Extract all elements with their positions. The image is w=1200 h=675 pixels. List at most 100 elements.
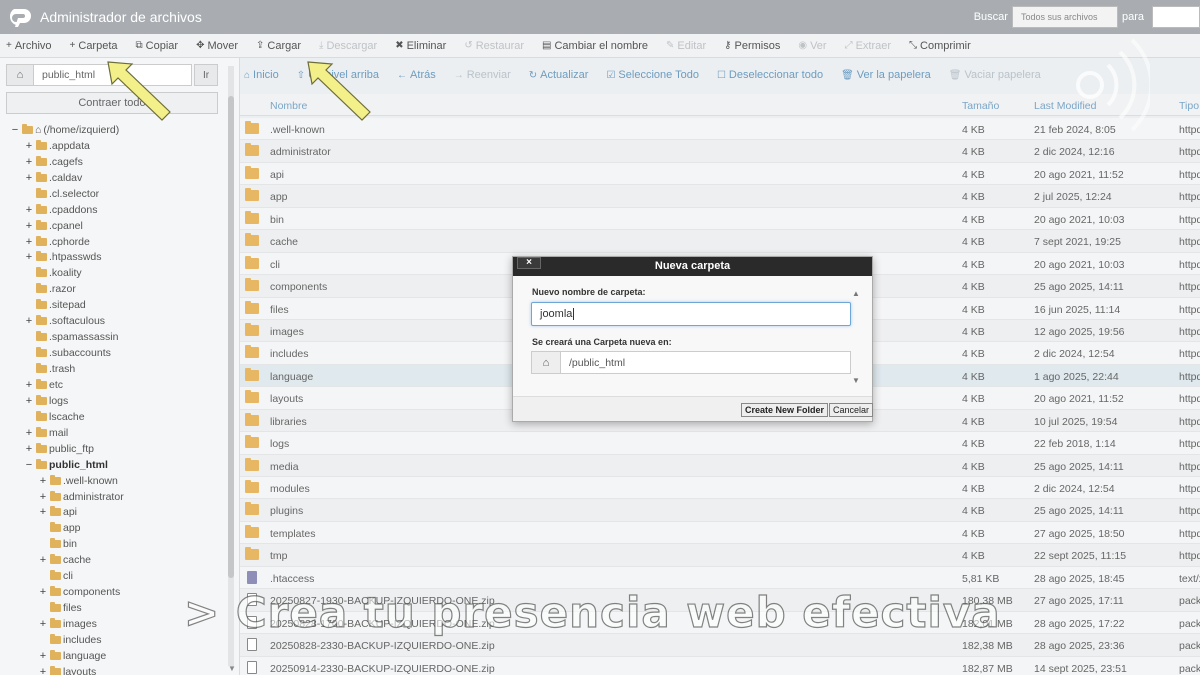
expand-icon[interactable]: + [24,236,34,248]
tree-item[interactable]: .trash [6,361,226,377]
tree-item[interactable]: + administrator [6,489,226,505]
location-input[interactable]: /public_html [561,351,851,374]
nav-reenviar-button[interactable]: → Reenviar [454,69,511,81]
expand-icon[interactable]: + [24,395,34,407]
col-size-header[interactable]: Tamaño [962,100,999,112]
search-scope-select[interactable]: Todos sus archivos [1011,6,1118,28]
expand-icon[interactable]: + [38,506,48,518]
expand-icon[interactable]: + [24,156,34,168]
toolbar-cambiar-el-nombre-button[interactable]: ▤ Cambiar el nombre [542,40,648,52]
table-row[interactable]: media 4 KB 25 ago 2025, 14:11 httpd/ [240,454,1200,477]
table-row[interactable]: api 4 KB 20 ago 2021, 11:52 httpd/ [240,162,1200,186]
toolbar-eliminar-button[interactable]: ✖ Eliminar [395,40,446,52]
expand-icon[interactable]: + [38,650,48,662]
tree-item[interactable]: .cl.selector [6,186,226,202]
expand-icon[interactable]: + [24,443,34,455]
table-row[interactable]: modules 4 KB 2 dic 2024, 12:54 httpd/ [240,477,1200,500]
tree-item[interactable]: .subaccounts [6,345,226,361]
collapse-icon[interactable]: − [24,459,34,471]
nav-vaciar-papelera-button[interactable]: 🗑 Vaciar papelera [949,69,1041,81]
nav-actualizar-button[interactable]: ↻ Actualizar [529,69,589,81]
toolbar-archivo-button[interactable]: + Archivo [6,40,52,52]
table-row[interactable]: templates 4 KB 27 ago 2025, 18:50 httpd/ [240,521,1200,545]
tree-item[interactable]: .spamassassin [6,329,226,345]
tree-item[interactable]: + layouts [6,664,226,675]
tree-item[interactable]: + language [6,648,226,664]
nav-deseleccionar-todo-button[interactable]: ☐ Deseleccionar todo [717,69,823,81]
toolbar-comprimir-button[interactable]: ⤡ Comprimir [909,40,971,52]
tree-item[interactable]: + .cphorde [6,234,226,250]
tree-item[interactable]: .razor [6,281,226,297]
tree-item[interactable]: lscache [6,409,226,425]
expand-icon[interactable]: + [38,666,48,675]
expand-icon[interactable]: + [24,172,34,184]
folder-name-input[interactable]: joomla [531,302,851,326]
nav-inicio-button[interactable]: ⌂ Inicio [244,69,279,81]
tree-item[interactable]: + .well-known [6,473,226,489]
tree-item[interactable]: + mail [6,425,226,441]
create-folder-button[interactable]: Create New Folder [741,403,829,417]
home-icon[interactable]: ⌂ [6,64,34,86]
toolbar-permisos-button[interactable]: ⚷ Permisos [724,40,780,52]
nav-ver-la-papelera-button[interactable]: 🗑 Ver la papelera [841,69,931,81]
table-row[interactable]: 20250914-2330-BACKUP-IZQUIERDO-ONE.zip 18… [240,656,1200,675]
expand-icon[interactable]: + [24,315,34,327]
expand-icon[interactable]: + [24,220,34,232]
cpanel-logo-icon[interactable] [0,0,36,34]
toolbar-restaurar-button[interactable]: ↺ Restaurar [464,40,524,52]
toolbar-cargar-button[interactable]: ⇪ Cargar [256,40,301,52]
tree-item[interactable]: + .appdata [6,138,226,154]
go-button[interactable]: Ir [194,64,218,86]
expand-icon[interactable]: + [38,586,48,598]
toolbar-carpeta-button[interactable]: + Carpeta [70,40,118,52]
table-row[interactable]: logs 4 KB 22 feb 2018, 1:14 httpd/ [240,432,1200,455]
table-row[interactable]: bin 4 KB 20 ago 2021, 10:03 httpd/ [240,207,1200,231]
toolbar-ver-button[interactable]: ◉ Ver [798,40,826,52]
tree-item[interactable]: + .cpaddons [6,202,226,218]
tree-item[interactable]: bin [6,536,226,552]
table-row[interactable]: tmp 4 KB 22 sept 2025, 11:15 httpd/ [240,544,1200,567]
tree-item[interactable]: + etc [6,377,226,393]
toolbar-extraer-button[interactable]: ⤢ Extraer [845,40,891,52]
table-row[interactable]: plugins 4 KB 25 ago 2025, 14:11 httpd/ [240,499,1200,522]
tree-item[interactable]: + logs [6,393,226,409]
sidebar-scrollbar-thumb[interactable] [228,96,234,578]
expand-icon[interactable]: + [38,491,48,503]
tree-item[interactable]: + .caldav [6,170,226,186]
tree-item[interactable]: + .cagefs [6,154,226,170]
expand-icon[interactable]: + [24,251,34,263]
expand-icon[interactable]: + [24,379,34,391]
toolbar-editar-button[interactable]: ✎ Editar [666,40,706,52]
tree-item[interactable]: − public_html [6,457,226,473]
collapse-icon[interactable]: − [10,124,20,136]
expand-icon[interactable]: + [38,475,48,487]
expand-icon[interactable]: + [24,427,34,439]
col-type-header[interactable]: Tipo [1179,100,1199,112]
scroll-down-icon[interactable]: ▼ [852,376,860,385]
toolbar-copiar-button[interactable]: ⧉ Copiar [136,40,179,52]
tree-item[interactable]: + public_ftp [6,441,226,457]
toolbar-descargar-button[interactable]: ⤓ Descargar [319,40,377,52]
expand-icon[interactable]: + [38,618,48,630]
tree-item[interactable]: + cache [6,552,226,568]
table-row[interactable]: administrator 4 KB 2 dic 2024, 12:16 httpd/ [240,140,1200,163]
table-row[interactable]: .htaccess 5,81 KB 28 ago 2025, 18:45 text/x [240,566,1200,590]
expand-icon[interactable]: + [38,554,48,566]
close-icon[interactable]: × [517,257,541,269]
tree-item[interactable]: + .htpasswds [6,250,226,266]
search-input[interactable] [1152,6,1200,28]
table-row[interactable]: 20250828-2330-BACKUP-IZQUIERDO-ONE.zip 18… [240,634,1200,657]
tree-item[interactable]: + api [6,505,226,521]
nav-atrás-button[interactable]: ← Atrás [397,69,436,81]
expand-icon[interactable]: + [24,140,34,152]
toolbar-mover-button[interactable]: ✥ Mover [196,40,238,52]
cancel-button[interactable]: Cancelar [829,403,874,417]
tree-item[interactable]: cli [6,568,226,584]
tree-item[interactable]: .sitepad [6,297,226,313]
table-row[interactable]: cache 4 KB 7 sept 2021, 19:25 httpd/ [240,230,1200,253]
scroll-down-icon[interactable]: ▼ [228,664,236,673]
table-row[interactable]: app 4 KB 2 jul 2025, 12:24 httpd/ [240,185,1200,208]
expand-icon[interactable]: + [24,204,34,216]
tree-item[interactable]: + .cpanel [6,218,226,234]
nav-seleccione-todo-button[interactable]: ☑ Seleccione Todo [606,69,699,81]
